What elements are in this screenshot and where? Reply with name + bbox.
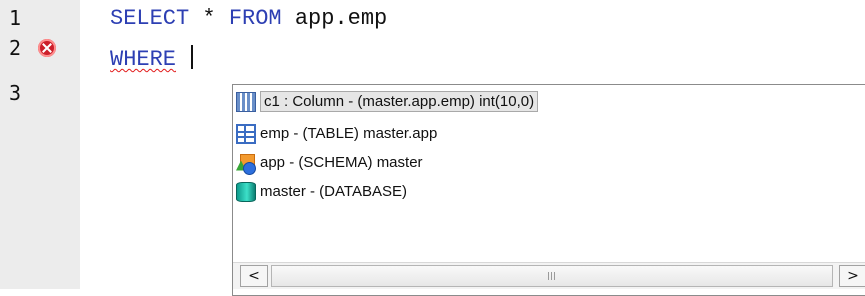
keyword-select: SELECT (110, 6, 190, 31)
code-line-2[interactable]: WHERE (110, 45, 194, 75)
table-identifier: app.emp (294, 6, 388, 31)
wildcard-operator: * (202, 6, 216, 31)
schema-icon (236, 153, 256, 175)
suggestion-item-column[interactable]: c1 : Column - (master.app.emp) int(10,0) (236, 87, 656, 116)
error-circle-icon[interactable] (38, 39, 56, 57)
line-number-2: 2 (9, 36, 22, 60)
line-number-gutter: 1 2 3 (0, 0, 80, 289)
scrollbar-thumb[interactable] (271, 265, 833, 287)
horizontal-scrollbar[interactable]: < > (233, 262, 865, 289)
suggestion-item-database[interactable]: master - (DATABASE) (236, 177, 656, 206)
keyword-where: WHERE (110, 47, 177, 72)
scroll-right-arrow-icon[interactable]: > (839, 265, 865, 287)
database-icon (236, 181, 256, 202)
line-number-1: 1 (9, 6, 22, 30)
suggestion-label: c1 : Column - (master.app.emp) int(10,0) (260, 91, 539, 112)
scroll-left-arrow-icon[interactable]: < (240, 265, 268, 287)
text-caret (191, 45, 194, 69)
line-number-3: 3 (9, 81, 22, 105)
suggestion-label: app - (SCHEMA) master (260, 154, 423, 171)
keyword-from: FROM (228, 6, 282, 31)
column-icon (236, 91, 256, 112)
table-icon (236, 123, 256, 144)
grip-icon (548, 272, 557, 280)
suggestion-label: master - (DATABASE) (260, 183, 407, 200)
code-line-1[interactable]: SELECT * FROM app.emp (110, 4, 387, 34)
suggestion-item-schema[interactable]: app - (SCHEMA) master (236, 148, 656, 177)
autocomplete-popup: c1 : Column - (master.app.emp) int(10,0)… (232, 84, 865, 296)
suggestion-item-table[interactable]: emp - (TABLE) master.app (236, 119, 656, 148)
suggestion-label: emp - (TABLE) master.app (260, 125, 438, 142)
